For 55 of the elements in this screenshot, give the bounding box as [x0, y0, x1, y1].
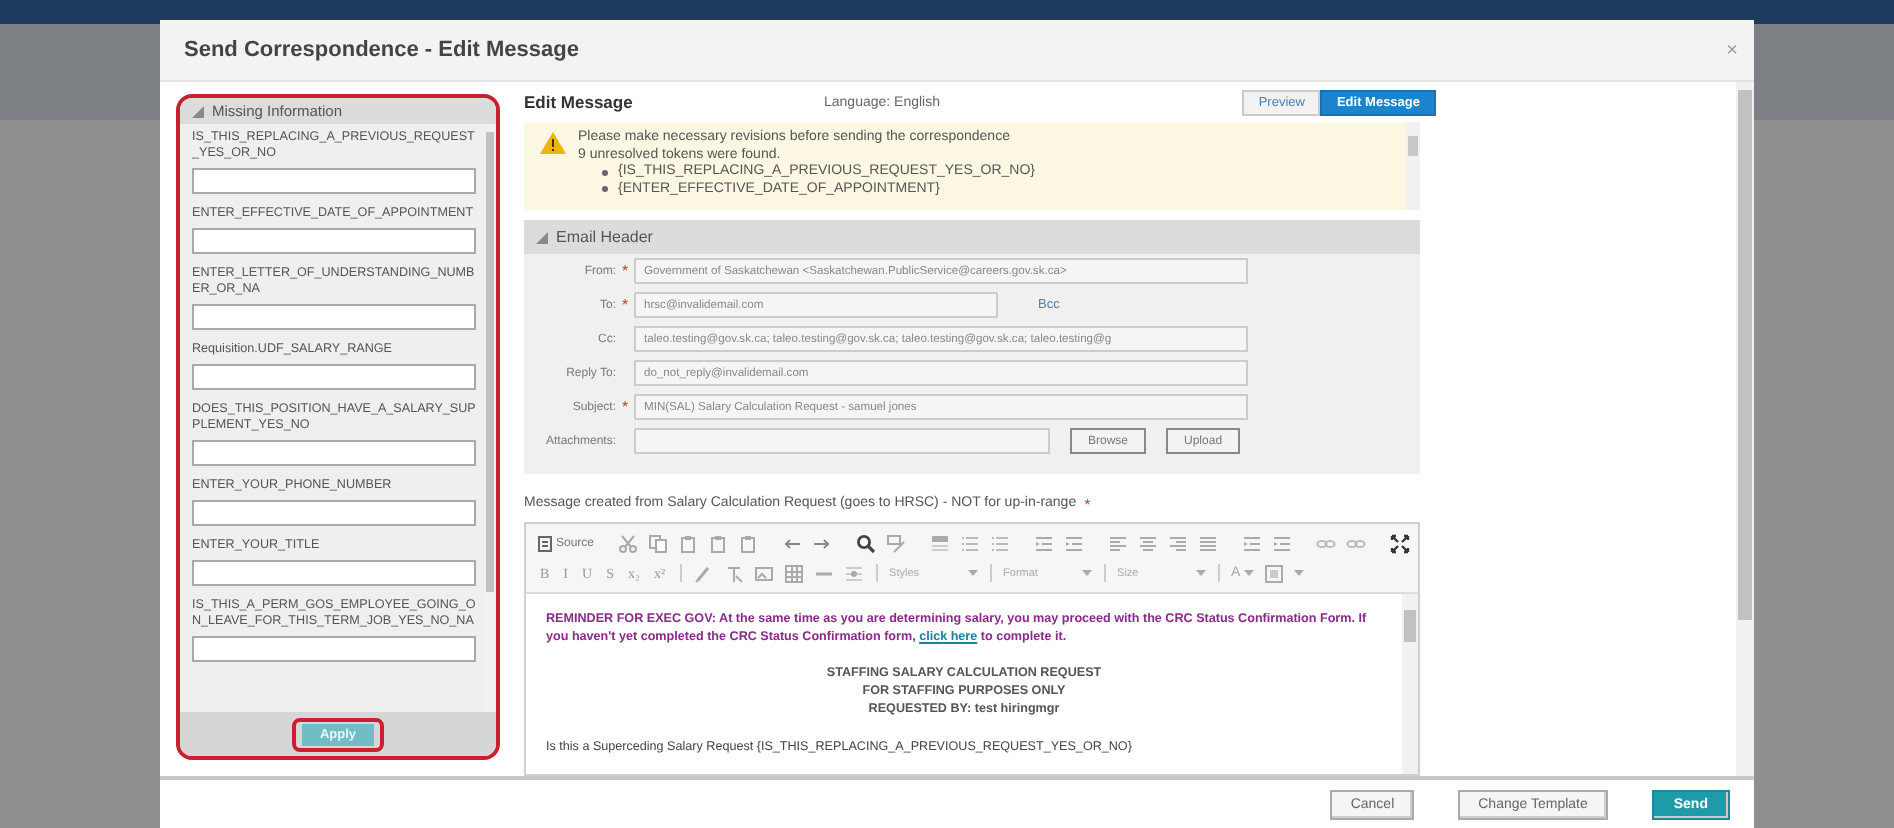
- document-icon: [538, 535, 552, 551]
- indent-icon[interactable]: [1034, 533, 1055, 553]
- caret-icon: [1081, 569, 1092, 577]
- list-icon[interactable]: [960, 533, 981, 553]
- redo-icon[interactable]: [812, 533, 833, 553]
- warning-icon: [540, 132, 566, 154]
- align-left-icon[interactable]: [1108, 533, 1129, 553]
- collapse-triangle-icon[interactable]: [192, 105, 204, 117]
- undo-icon[interactable]: [782, 533, 803, 553]
- input-field[interactable]: [192, 636, 476, 662]
- clear-format-icon[interactable]: [723, 563, 744, 583]
- input-field[interactable]: [192, 560, 476, 586]
- required-mark: *: [619, 296, 631, 315]
- scissors-icon[interactable]: [618, 533, 639, 553]
- background-color-icon[interactable]: [1264, 563, 1285, 583]
- bullet-icon: [602, 186, 608, 193]
- justify-icon[interactable]: [1198, 533, 1219, 553]
- input-field[interactable]: [192, 304, 476, 330]
- bullet-icon: [602, 169, 608, 176]
- align-center-icon[interactable]: [1138, 533, 1159, 553]
- copy-icon[interactable]: [648, 533, 669, 553]
- section-title: Email Header: [556, 228, 653, 246]
- scrollbar[interactable]: [1402, 594, 1418, 774]
- section-title: Edit Message: [524, 92, 635, 112]
- required-mark: *: [619, 262, 631, 281]
- brush-icon[interactable]: [693, 563, 714, 583]
- indent-icon[interactable]: [1064, 533, 1085, 553]
- input-field[interactable]: [634, 428, 1050, 455]
- maximize-icon[interactable]: [1390, 533, 1411, 553]
- paste-icon[interactable]: [738, 533, 759, 553]
- indent-icon[interactable]: [1242, 533, 1263, 553]
- paste-icon[interactable]: [678, 533, 699, 553]
- image-icon[interactable]: [753, 563, 774, 583]
- close-button[interactable]: ×: [1726, 39, 1738, 61]
- input-field[interactable]: [192, 228, 476, 254]
- caret-icon: [1195, 569, 1206, 577]
- input-field[interactable]: [192, 168, 476, 194]
- caret-icon: [967, 569, 978, 577]
- dialog-title: Send Correspondence - Edit Message: [184, 38, 579, 62]
- input-field[interactable]: [192, 440, 476, 466]
- indent-icon[interactable]: [1272, 533, 1293, 553]
- scrollbar[interactable]: [1406, 122, 1420, 210]
- list-icon[interactable]: [990, 533, 1011, 553]
- caret-icon: [1294, 569, 1305, 577]
- input-field[interactable]: [192, 500, 476, 526]
- paste-icon[interactable]: [708, 533, 729, 553]
- scrollbar[interactable]: [1736, 82, 1754, 776]
- caret-icon: [1244, 569, 1255, 577]
- align-right-icon[interactable]: [1168, 533, 1189, 553]
- collapse-triangle-icon[interactable]: [536, 231, 548, 243]
- input-field[interactable]: [192, 364, 476, 390]
- required-mark: *: [619, 398, 631, 417]
- required-mark: *: [1084, 496, 1091, 516]
- search-icon[interactable]: [856, 533, 877, 553]
- table-icon[interactable]: [783, 563, 804, 583]
